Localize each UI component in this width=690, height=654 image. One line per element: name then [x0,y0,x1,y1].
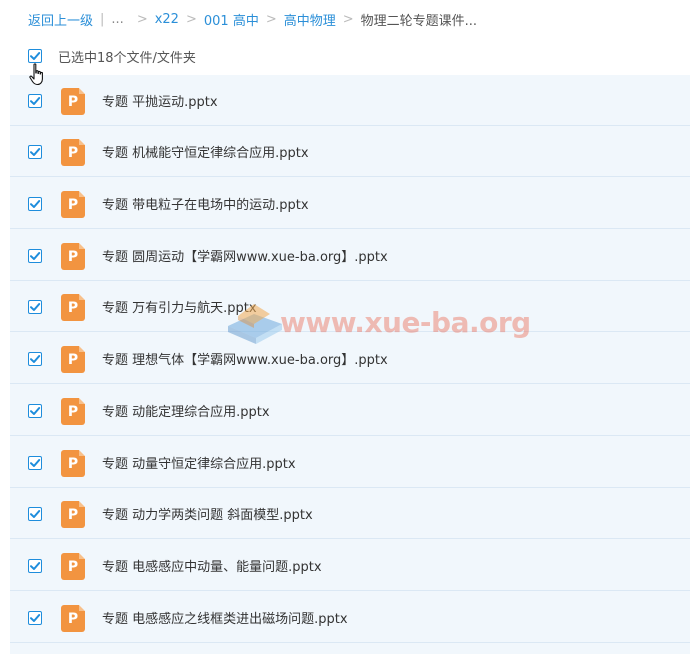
check-icon [30,407,41,415]
ppt-file-icon: P [61,346,85,373]
check-icon [30,303,41,311]
file-row[interactable]: P 专题 电感感应之线框类进出磁场问题.pptx [10,592,690,643]
ppt-file-icon: P [61,191,85,218]
ppt-file-icon: P [61,450,85,477]
breadcrumb-divider: | [100,11,105,27]
check-icon [30,148,41,156]
file-row[interactable]: P 专题 机械能守恒定律综合应用.pptx [10,126,690,177]
ppt-file-icon: P [61,398,85,425]
breadcrumb-separator-icon: > [185,11,197,27]
file-checkbox[interactable] [28,94,42,108]
file-checkbox[interactable] [28,456,42,470]
file-name[interactable]: 专题 机械能守恒定律综合应用.pptx [102,142,309,161]
file-name[interactable]: 专题 带电粒子在电场中的运动.pptx [102,194,309,213]
file-row[interactable]: P 专题 动力学两类问题 斜面模型.pptx [10,488,690,539]
file-name[interactable]: 专题 平抛运动.pptx [102,91,218,110]
ppt-file-icon: P [61,243,85,270]
check-icon [30,97,41,105]
file-checkbox[interactable] [28,611,42,625]
file-row[interactable]: P 专题 平抛运动.pptx [10,75,690,126]
file-checkbox[interactable] [28,145,42,159]
check-icon [30,459,41,467]
file-row[interactable]: P 专题 理想气体【学霸网www.xue-ba.org】.pptx [10,333,690,384]
file-name[interactable]: 专题 电感感应之线框类进出磁场问题.pptx [102,608,348,627]
file-row[interactable]: P 专题 圆周运动【学霸网www.xue-ba.org】.pptx [10,230,690,281]
check-icon [30,52,41,60]
file-row[interactable]: P 专题 万有引力与航天.pptx [10,281,690,332]
select-all-checkbox[interactable] [28,49,42,63]
breadcrumb-separator-icon: > [342,11,354,27]
file-row[interactable]: P 专题 带电粒子在电场中的运动.pptx [10,178,690,229]
back-link[interactable]: 返回上一级 [28,10,93,29]
check-icon [30,562,41,570]
check-icon [30,252,41,260]
file-checkbox[interactable] [28,197,42,211]
ppt-file-icon: P [61,294,85,321]
check-icon [30,614,41,622]
file-row[interactable]: P 专题 动能定理综合应用.pptx [10,385,690,436]
breadcrumb-item-x22[interactable]: x22 [155,12,179,27]
file-name[interactable]: 专题 动能定理综合应用.pptx [102,401,270,420]
breadcrumb-current: 物理二轮专题课件... [360,13,478,29]
check-icon [30,200,41,208]
breadcrumb-separator-icon: > [136,11,148,27]
file-checkbox[interactable] [28,404,42,418]
file-checkbox[interactable] [28,507,42,521]
file-checkbox[interactable] [28,352,42,366]
ppt-file-icon: P [61,88,85,115]
file-list: P 专题 平抛运动.pptx P 专题 机械能守恒定律综合应用.pptx P 专题 带电粒… [10,75,690,654]
file-name[interactable]: 专题 理想气体【学霸网www.xue-ba.org】.pptx [102,349,388,368]
breadcrumb-item-high-school[interactable]: 001 高中 [204,10,259,29]
file-name[interactable]: 专题 电感感应中动量、能量问题.pptx [102,556,322,575]
selection-bar: 已选中18个文件/文件夹 [28,45,196,67]
check-icon [30,355,41,363]
file-checkbox[interactable] [28,300,42,314]
file-checkbox[interactable] [28,249,42,263]
file-name[interactable]: 专题 圆周运动【学霸网www.xue-ba.org】.pptx [102,246,388,265]
ppt-file-icon: P [61,139,85,166]
ppt-file-icon: P [61,501,85,528]
breadcrumb-item-physics[interactable]: 高中物理 [284,10,336,29]
check-icon [30,510,41,518]
file-name[interactable]: 专题 动力学两类问题 斜面模型.pptx [102,504,313,523]
breadcrumb-separator-icon: > [265,11,277,27]
hand-pointer-icon [29,63,43,86]
ppt-file-icon: P [61,605,85,632]
file-row[interactable]: P 专题 动量守恒定律综合应用.pptx [10,437,690,488]
file-browser: 返回上一级 | ... > x22 > 001 高中 > 高中物理 > 物理二轮… [0,0,690,654]
selection-count-label: 已选中18个文件/文件夹 [58,50,196,66]
breadcrumb-ellipsis[interactable]: ... [111,12,123,27]
file-row[interactable]: P 专题 电感感应中动量、能量问题.pptx [10,540,690,591]
file-checkbox[interactable] [28,559,42,573]
ppt-file-icon: P [61,553,85,580]
breadcrumb: 返回上一级 | ... > x22 > 001 高中 > 高中物理 > 物理二轮… [28,8,477,30]
file-name[interactable]: 专题 万有引力与航天.pptx [102,297,257,316]
file-name[interactable]: 专题 动量守恒定律综合应用.pptx [102,453,296,472]
